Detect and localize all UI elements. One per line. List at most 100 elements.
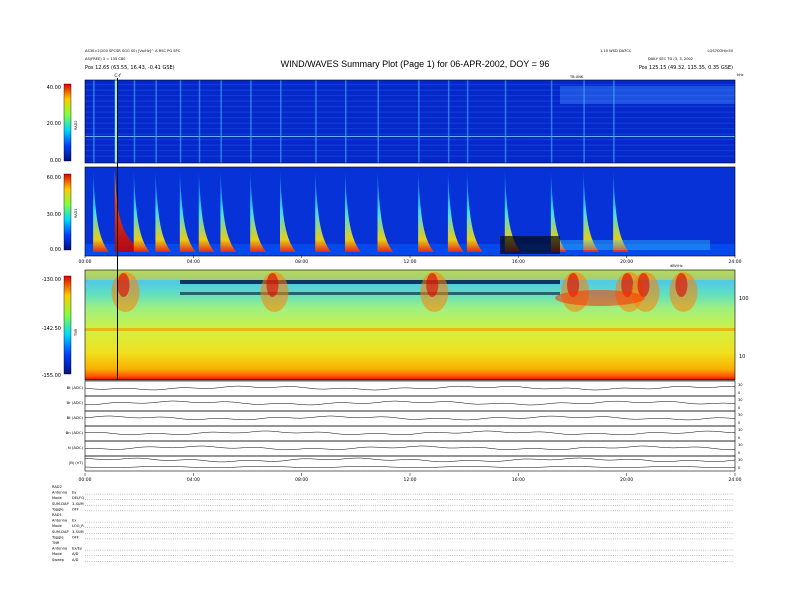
strip-tick: 30 — [738, 443, 743, 447]
time-tick-label: 00:00 — [79, 477, 92, 483]
rad2-burst — [155, 80, 157, 163]
rad2-upper-activity — [560, 86, 735, 104]
strip-trace — [85, 400, 736, 406]
time-axis-lower: 00:00 04:00 08:00 12:00 16:00 20:00 24:00 — [79, 473, 742, 483]
rad2-texture-band — [85, 155, 735, 157]
rad2-burst — [447, 80, 450, 163]
rad2-right-unit: kHz — [737, 73, 744, 77]
strip-tick: 0 — [738, 406, 741, 410]
strip-tick: 0 — [738, 391, 741, 395]
time-tick-label: 24:00 — [729, 477, 742, 483]
time-tick-label: 16:00 — [512, 259, 525, 265]
tnr-colorbar — [63, 275, 72, 375]
time-series-strips: Bt (ADC) 30 0 Br (ADC) 30 0 Bt (ADC) 30 0 Bn (ADC… — [66, 380, 743, 472]
header-right-line2: LGS7COH/n50 — [708, 49, 734, 53]
cursor-label: C-f — [114, 73, 121, 79]
rad2-burst — [198, 80, 201, 163]
footer-value: OFF — [72, 535, 79, 539]
strip-tick: 0 — [738, 466, 741, 470]
time-tick-label: 08:00 — [295, 477, 308, 483]
rad2-burst — [418, 80, 420, 163]
rad2-burst — [133, 80, 136, 163]
tnr-enhancement-core — [426, 273, 439, 297]
plot-title: WIND/WAVES Summary Plot (Page 1) for 06-… — [281, 59, 550, 69]
footer-key: SUM-DAP — [52, 502, 69, 506]
footer-value: 3-SUM — [72, 502, 84, 506]
rad2-top-marker: TB.UNK — [569, 75, 584, 79]
footer-value: Ey — [72, 491, 77, 495]
header-right-line3: DAILY SEC TD (3, 3, 2002 — [648, 57, 693, 61]
rad2-burst — [466, 80, 469, 163]
rad2-panel: 40.00 20.00 0.00 RAD2 TB.UNK kHz — [47, 73, 744, 164]
footer-block-title: TNR — [51, 541, 60, 545]
strip-frame — [84, 425, 736, 442]
tnr-enhancement-core — [675, 273, 688, 297]
rad2-burst — [583, 80, 585, 163]
time-tick-label: 20:00 — [620, 259, 633, 265]
time-tick-label: 16:00 — [512, 477, 525, 483]
strip-label: Bt (ADC) — [67, 385, 84, 390]
rad2-burst — [315, 80, 317, 163]
time-tick-label: 12:00 — [404, 477, 417, 483]
rad2-ytick-mid: 20.00 — [47, 121, 61, 127]
strip-tick: 30 — [738, 428, 743, 432]
rad2-texture-band — [85, 150, 735, 152]
strip-frame — [84, 440, 736, 457]
header-left-line2: AS(FREE) 3 = 135 C80 — [85, 57, 126, 61]
footer-key: Antenna — [52, 547, 67, 551]
footer-key: Sweep — [52, 558, 65, 562]
rad2-texture-band — [85, 133, 735, 135]
strip-tick: 30 — [738, 383, 743, 387]
rad2-burst — [345, 80, 347, 163]
rad1-late-activity — [560, 240, 710, 250]
tnr-enhancement-core — [266, 273, 279, 297]
footer-key: Antenna — [52, 519, 67, 523]
time-tick-label: 20:00 — [620, 477, 633, 483]
footer-key: Mode — [52, 496, 63, 500]
time-axis-upper: 00:00 04:00 08:00 12:00 16:00 20:00 24:00 — [79, 255, 742, 265]
rad1-ytick-mid: 30.00 — [47, 212, 61, 218]
rad2-texture-band — [85, 106, 735, 108]
rad2-colorbar — [63, 83, 72, 162]
tnr-right-tick-10: 10 — [739, 354, 745, 360]
time-tick-label: 24:00 — [729, 259, 742, 265]
strip-trace — [84, 430, 736, 436]
rad1-dark-patch — [500, 236, 560, 254]
strip-trace — [84, 385, 736, 391]
footer-key: Antenna — [52, 491, 67, 495]
footer-value: DELFQ — [72, 496, 84, 500]
footer-value: 3-SUM — [72, 530, 84, 534]
time-tick-label: 12:00 — [404, 259, 417, 265]
summary-plot: WIND/WAVES Summary Plot (Page 1) for 06-… — [42, 49, 749, 562]
instrument-footer: RAD2Antenna EyMode DELFQSUM-DAP 3-SUMToggle… — [51, 485, 733, 562]
tnr-top-marker: dBV/Hz — [670, 264, 683, 268]
header-right-line4: Pos 125.15 (49.32, 115.35, 0.35 GSE) — [639, 65, 733, 71]
strip-label: Bn (ADC) — [66, 430, 84, 435]
strip-tick: 30 — [738, 458, 743, 462]
tnr-plasma-line — [85, 328, 735, 331]
rad2-ytick-top: 40.00 — [47, 85, 61, 91]
strip-tick: 0 — [738, 421, 741, 425]
strip-trace — [84, 466, 736, 468]
time-tick-label: 04:00 — [187, 259, 200, 265]
tnr-ytick-mid: -142.50 — [42, 326, 61, 332]
time-tick-label: 08:00 — [295, 259, 308, 265]
tnr-enhancement-core — [637, 273, 650, 297]
strip-label: Br (ADC) — [66, 400, 83, 405]
rad1-label: RAD1 — [74, 208, 78, 218]
strip-trace — [85, 457, 736, 463]
tnr-ytick-bottom: -155.00 — [42, 373, 61, 379]
strip-tick: 30 — [738, 413, 743, 417]
tnr-ytick-top: -130.00 — [42, 277, 61, 283]
strip-frame — [84, 455, 736, 472]
rad2-texture-band — [85, 84, 735, 86]
header-left-line3: Pos 12.65 (63.55, 16.43, -0.41 GSE) — [85, 65, 175, 71]
rad2-burst — [250, 80, 252, 163]
tnr-label: TNR — [74, 328, 78, 337]
time-tick-label: 04:00 — [187, 477, 200, 483]
footer-value: LOG_R — [72, 524, 84, 528]
footer-value: A/D — [72, 558, 79, 562]
tnr-arc-feature — [555, 290, 645, 306]
rad2-burst — [93, 80, 95, 163]
rad2-texture-band — [85, 111, 735, 113]
